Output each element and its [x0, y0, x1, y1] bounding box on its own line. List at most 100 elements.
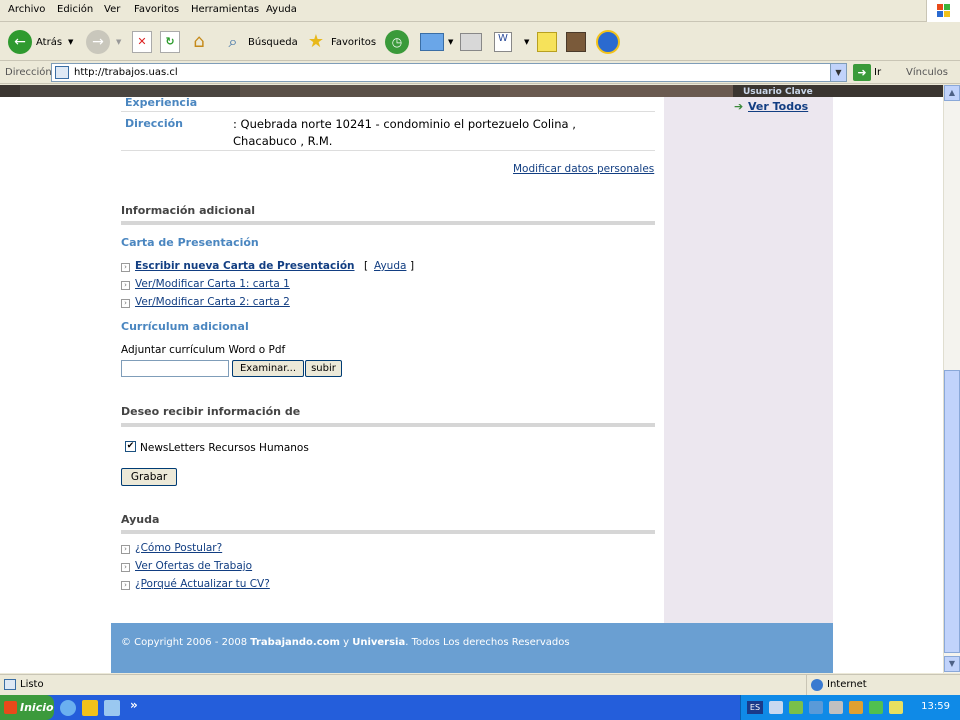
printer-icon	[460, 33, 482, 51]
carta-ayuda-link[interactable]: Ayuda	[374, 260, 406, 272]
tray-app-icon[interactable]	[789, 701, 803, 714]
mail-dropdown-icon[interactable]: ▼	[448, 38, 453, 46]
stop-button[interactable]: ✕	[132, 29, 152, 55]
address-label: Dirección	[5, 67, 52, 78]
info-adicional-heading: Información adicional	[121, 204, 256, 217]
research-button[interactable]	[566, 29, 586, 55]
ie-icon[interactable]	[60, 700, 76, 716]
scroll-up-icon[interactable]: ▲	[944, 85, 960, 101]
media-icon[interactable]	[104, 700, 120, 716]
discuss-button[interactable]	[537, 29, 557, 55]
back-button[interactable]: ← Atrás ▼	[8, 29, 73, 55]
copyright-text: © Copyright 2006 - 2008 Trabajando.com y…	[121, 637, 570, 648]
attach-label: Adjuntar currículum Word o Pdf	[121, 344, 286, 356]
write-carta-link[interactable]: Escribir nueva Carta de Presentación	[135, 260, 355, 272]
scroll-down-icon[interactable]: ▼	[944, 656, 960, 672]
toolbar: ← Atrás ▼ → ▼ ✕ ↻ ⌂ ⌕ Búsqueda ★ Favorit…	[0, 23, 960, 61]
bullet-arrow-icon: ›	[121, 299, 130, 308]
start-button[interactable]: Inicio	[0, 695, 54, 720]
edit-button[interactable]: W ▼	[494, 29, 529, 55]
mail-button[interactable]: ▼	[420, 29, 453, 55]
favorites-label: Favoritos	[331, 36, 377, 48]
go-button[interactable]: Ir	[874, 67, 881, 78]
menu-herramientas[interactable]: Herramientas	[191, 4, 259, 15]
ver-ofertas-link[interactable]: Ver Ofertas de Trabajo	[135, 560, 252, 572]
page-footer: © Copyright 2006 - 2008 Trabajando.com y…	[111, 623, 833, 673]
history-icon: ◷	[385, 30, 409, 54]
arrow-right-icon: ➔	[734, 100, 744, 113]
address-dropdown-icon[interactable]: ▼	[830, 64, 846, 81]
address-input[interactable]: http://trabajos.uas.cl ▼	[51, 63, 847, 82]
zone-label: Internet	[827, 679, 867, 690]
copyright-suffix: . Todos Los derechos Reservados	[405, 637, 570, 648]
tray-app-icon[interactable]	[809, 701, 823, 714]
address-url: http://trabajos.uas.cl	[74, 67, 178, 78]
status-text: Listo	[20, 679, 44, 690]
network-icon[interactable]	[769, 701, 783, 714]
volume-icon[interactable]	[829, 701, 843, 714]
newsletter-label: NewsLetters Recursos Humanos	[140, 442, 309, 454]
menu-edicion[interactable]: Edición	[57, 4, 93, 15]
page-status-icon	[4, 679, 16, 690]
subir-button[interactable]: subir	[305, 360, 342, 377]
print-button[interactable]	[460, 29, 482, 55]
home-button[interactable]: ⌂	[188, 29, 210, 55]
login-labels: Usuario Clave	[743, 87, 813, 97]
brand-universia: Universia	[352, 637, 406, 648]
como-postular-link[interactable]: ¿Cómo Postular?	[135, 542, 222, 554]
favorites-button[interactable]: ★ Favoritos	[305, 29, 376, 55]
modificar-datos-link[interactable]: Modificar datos personales	[513, 163, 654, 175]
tray-app-icon[interactable]	[889, 701, 903, 714]
ayuda-heading: Ayuda	[121, 513, 160, 526]
quicklaunch-chevron-icon[interactable]: »	[130, 698, 138, 712]
copyright-prefix: © Copyright 2006 - 2008	[121, 637, 251, 648]
links-button[interactable]: Vínculos	[906, 67, 948, 78]
page-icon	[55, 66, 69, 79]
back-dropdown-icon[interactable]: ▼	[68, 38, 73, 46]
search-label: Búsqueda	[248, 36, 298, 48]
file-path-input[interactable]	[121, 360, 229, 377]
folder-icon[interactable]	[82, 700, 98, 716]
menu-archivo[interactable]: Archivo	[8, 4, 45, 15]
forward-button[interactable]: → ▼	[86, 29, 121, 55]
right-sidebar: ➔ Ver Todos	[664, 97, 833, 623]
carta2-link[interactable]: Ver/Modificar Carta 2: carta 2	[135, 296, 290, 308]
edit-dropdown-icon[interactable]: ▼	[524, 38, 529, 46]
examinar-button[interactable]: Examinar...	[232, 360, 304, 377]
search-button[interactable]: ⌕ Búsqueda	[222, 29, 298, 55]
note-icon	[537, 32, 557, 52]
start-label: Inicio	[20, 701, 54, 714]
porque-actualizar-link[interactable]: ¿Porqué Actualizar tu CV?	[135, 578, 270, 590]
grabar-button[interactable]: Grabar	[121, 468, 177, 486]
forward-dropdown-icon[interactable]: ▼	[116, 38, 121, 46]
carta-heading: Carta de Presentación	[121, 236, 259, 249]
vertical-scrollbar[interactable]: ▲ ▼	[943, 85, 960, 673]
menu-favoritos[interactable]: Favoritos	[134, 4, 179, 15]
banner-photo	[500, 85, 733, 97]
taskbar: Inicio » ES 13:59	[0, 695, 960, 720]
back-label: Atrás	[36, 36, 63, 48]
tray-app-icon[interactable]	[849, 701, 863, 714]
menu-ver[interactable]: Ver	[104, 4, 120, 15]
menu-ayuda[interactable]: Ayuda	[266, 4, 297, 15]
windows-flag-icon	[4, 701, 17, 714]
newsletter-checkbox[interactable]: ✔	[125, 441, 136, 452]
direccion-label: Dirección	[125, 117, 183, 130]
security-zone: Internet	[806, 675, 960, 695]
messenger-button[interactable]	[596, 29, 620, 55]
history-button[interactable]: ◷	[385, 29, 409, 55]
language-indicator[interactable]: ES	[747, 701, 763, 714]
menu-bar: Archivo Edición Ver Favoritos Herramient…	[0, 0, 960, 22]
word-icon: W	[494, 32, 512, 52]
tray-app-icon[interactable]	[869, 701, 883, 714]
search-icon: ⌕	[228, 32, 238, 51]
home-icon: ⌂	[193, 31, 205, 52]
carta1-link[interactable]: Ver/Modificar Carta 1: carta 1	[135, 278, 290, 290]
go-arrow-icon[interactable]: ➜	[853, 64, 871, 81]
direccion-value-line1: : Quebrada norte 10241 - condominio el p…	[233, 117, 576, 131]
copyright-middle: y	[339, 637, 353, 648]
refresh-button[interactable]: ↻	[160, 29, 180, 55]
scroll-thumb[interactable]	[944, 370, 960, 653]
experiencia-label: Experiencia	[125, 96, 198, 109]
ver-todos-link[interactable]: Ver Todos	[748, 100, 808, 113]
